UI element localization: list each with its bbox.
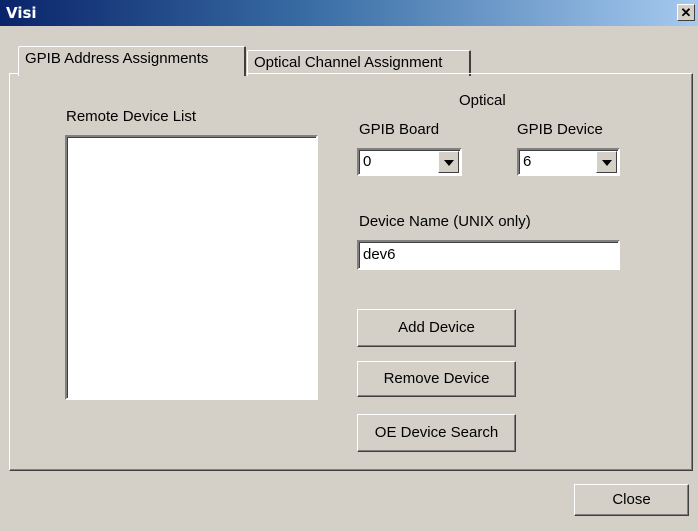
gpib-board-value: 0 (363, 153, 372, 170)
tab-label: GPIB Address Assignments (25, 50, 209, 67)
oe-device-search-button[interactable]: OE Device Search (357, 414, 516, 452)
remote-device-list-label: Remote Device List (66, 108, 197, 125)
tab-label: Optical Channel Assignment (254, 54, 443, 71)
tab-gpib-address-assignments[interactable]: GPIB Address Assignments (18, 46, 246, 76)
device-name-label: Device Name (UNIX only) (359, 213, 531, 230)
optical-group-label: Optical (459, 92, 506, 109)
device-name-value: dev6 (363, 246, 396, 263)
remove-device-button[interactable]: Remove Device (357, 361, 516, 397)
gpib-device-value: 6 (523, 153, 532, 170)
gpib-device-select[interactable]: 6 (517, 148, 620, 176)
gpib-board-label: GPIB Board (359, 121, 440, 138)
remote-device-list[interactable] (65, 135, 318, 400)
gpib-device-label: GPIB Device (517, 121, 603, 138)
window-title: Visi (6, 4, 37, 22)
window-close-button[interactable]: ✕ (677, 4, 695, 21)
close-icon: ✕ (680, 5, 692, 20)
device-name-input[interactable]: dev6 (357, 240, 620, 270)
chevron-down-icon[interactable] (438, 151, 459, 173)
add-device-button[interactable]: Add Device (357, 309, 516, 347)
title-bar[interactable]: Visi ✕ (0, 0, 698, 26)
close-button[interactable]: Close (574, 484, 689, 516)
gpib-board-select[interactable]: 0 (357, 148, 462, 176)
chevron-down-icon[interactable] (596, 151, 617, 173)
